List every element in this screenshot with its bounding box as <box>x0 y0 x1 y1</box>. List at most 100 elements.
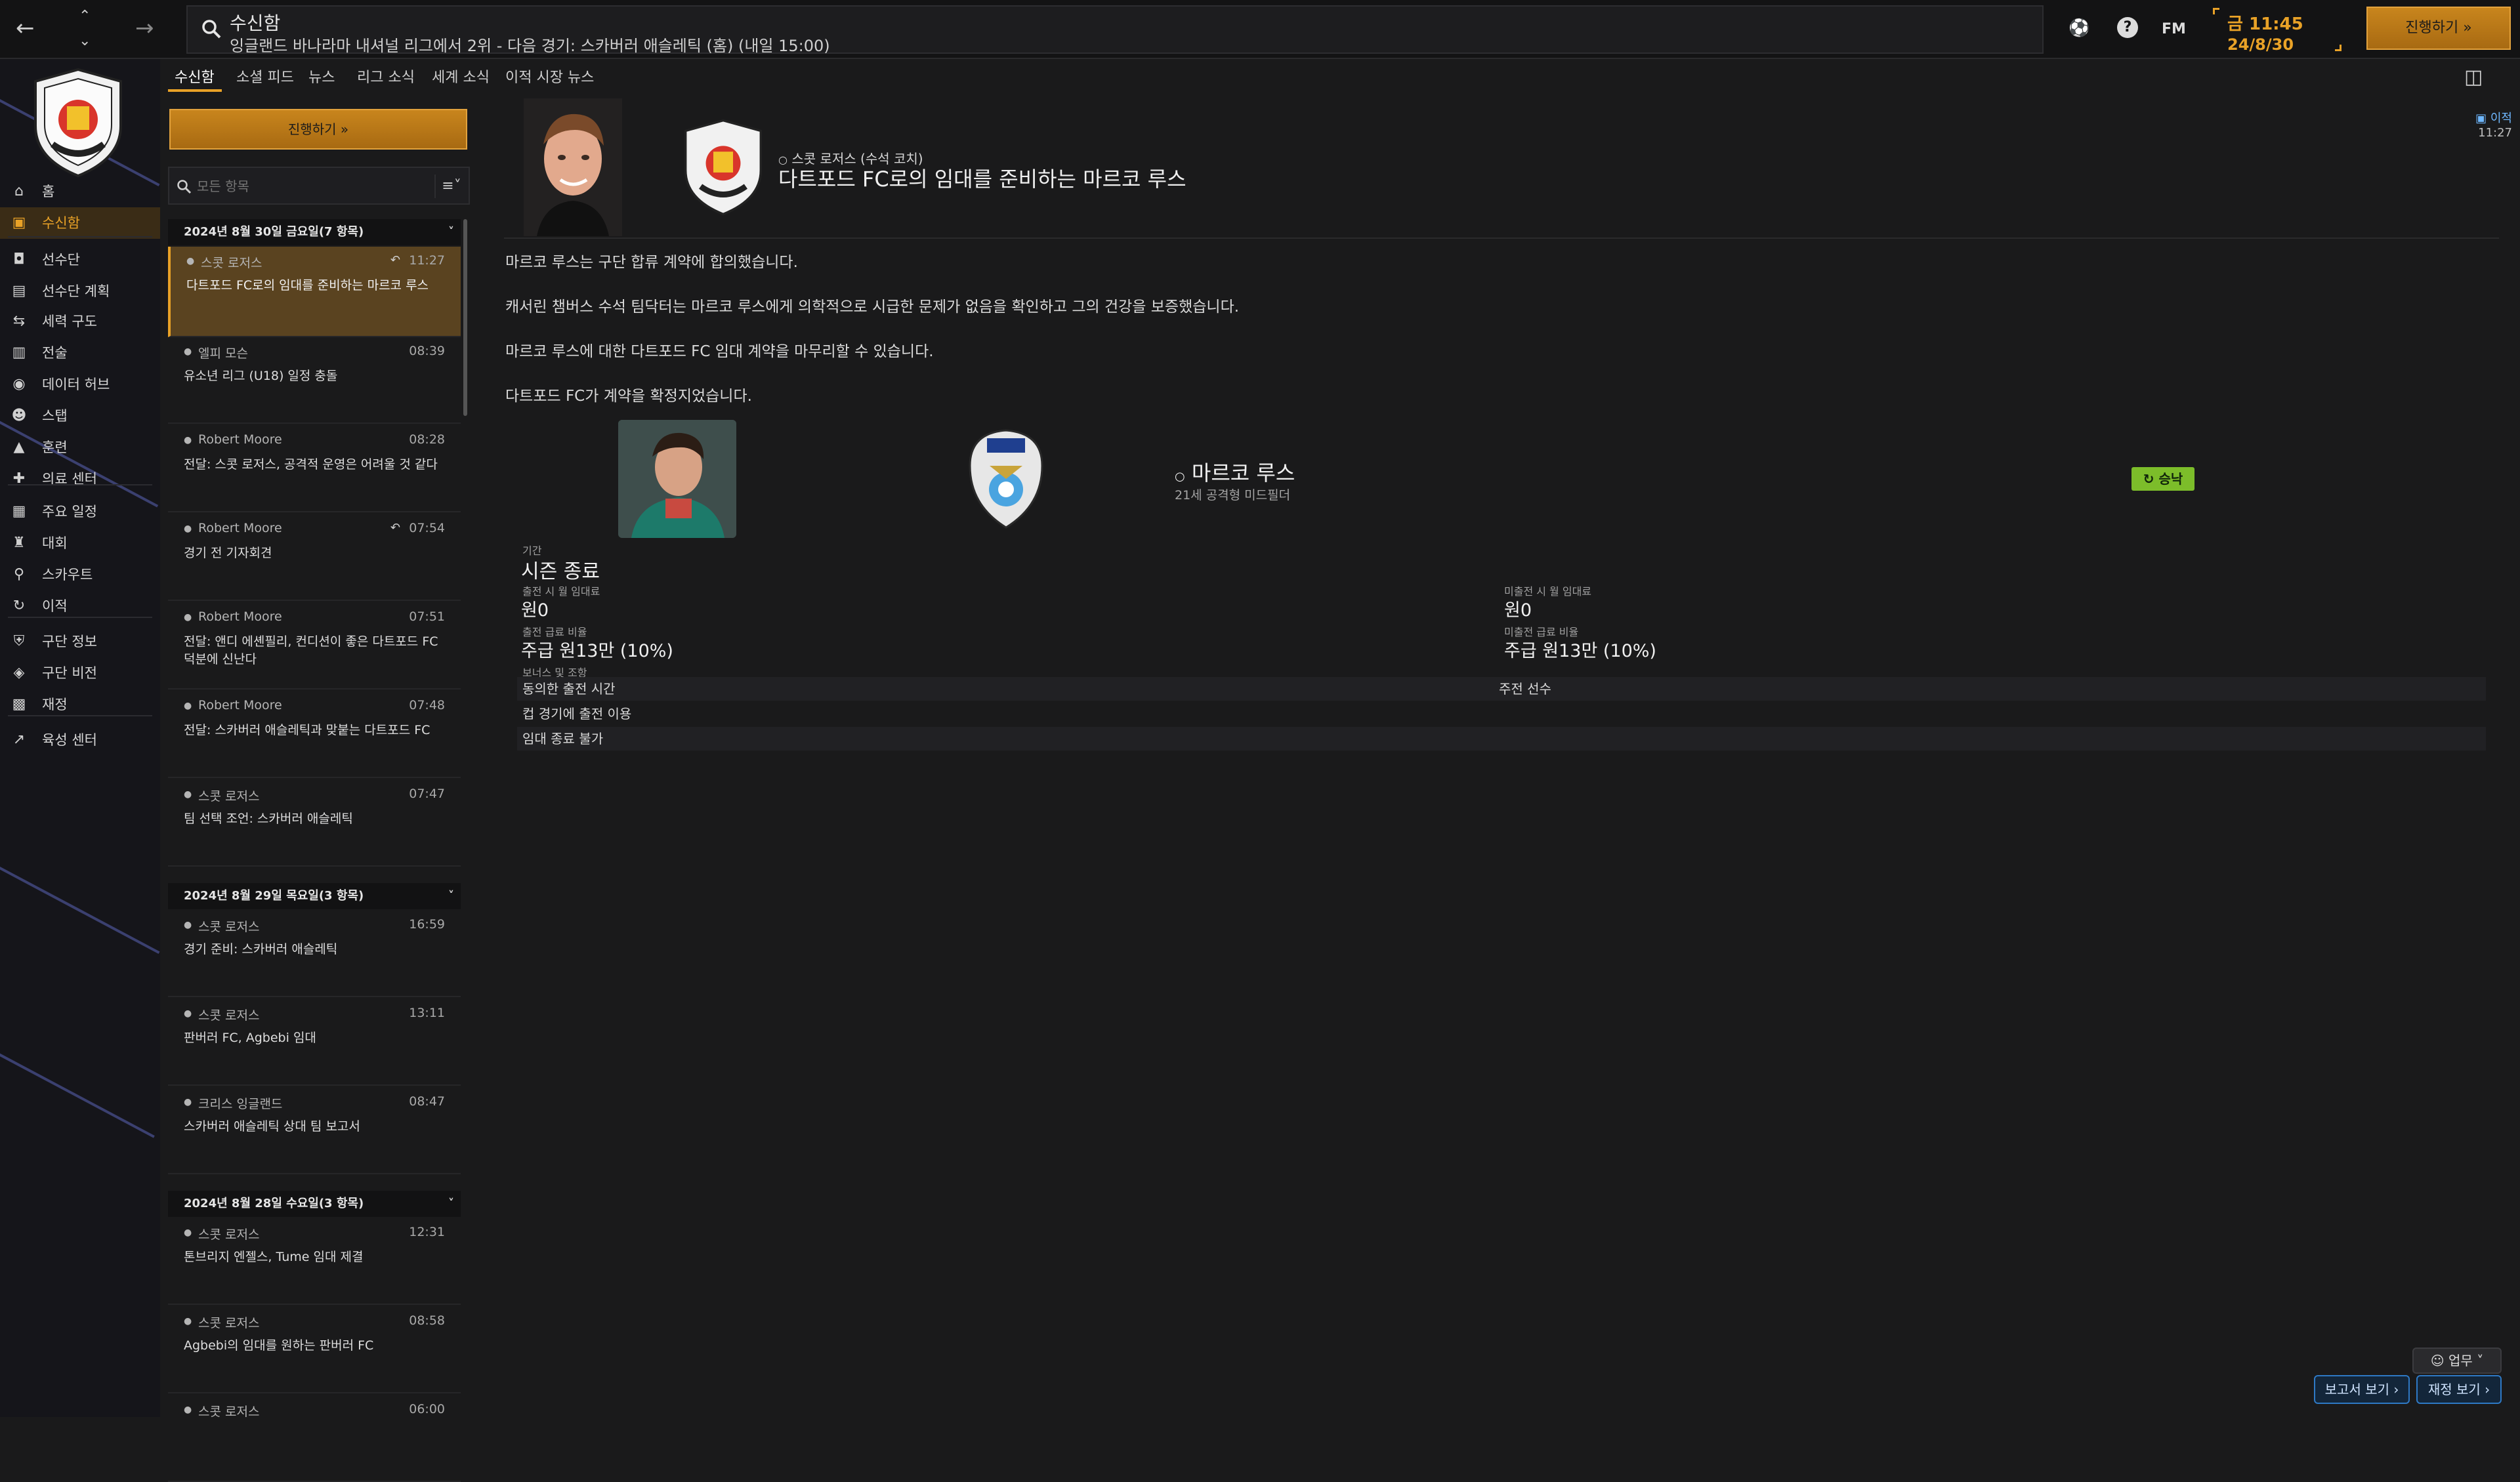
sort-menu-icon[interactable]: ≡˅ <box>434 175 467 198</box>
person-icon: ● <box>184 1316 192 1327</box>
message-list-item[interactable]: ● Robert Moore 08:28 전달: 스콧 로저스, 공격적 운영은 어려… <box>168 426 461 512</box>
sidebar-item-tactics[interactable]: ▥ 전술 <box>0 337 160 369</box>
sidebar-item-shirt[interactable]: ◘ 선수단 <box>0 244 160 276</box>
message-sender: 크리스 잉글랜드 <box>198 1097 283 1111</box>
forward-arrow-icon[interactable]: → <box>135 17 154 39</box>
day-group-header[interactable]: 2024년 8월 28일 수요일(3 항목) ˅ <box>168 1191 461 1217</box>
message-list-item[interactable]: ● 스콧 로저스 12:31 톤브리지 엔젤스, Tume 임대 제결 <box>168 1218 461 1305</box>
chevron-down-icon: ˅ <box>448 225 454 239</box>
dynamics-icon: ⇆ <box>12 313 26 329</box>
player-portrait[interactable] <box>618 420 736 538</box>
search-icon <box>177 180 192 194</box>
message-title: 다트포드 FC로의 임대를 준비하는 마르코 루스 <box>778 167 1186 192</box>
message-list-item[interactable]: ● 스콧 로저스 13:11 판버러 FC, Agbebi 임대 <box>168 999 461 1086</box>
filter-bar: ≡˅ <box>168 167 470 205</box>
reply-icon: ↶ <box>390 521 400 535</box>
day-group-label: 2024년 8월 29일 목요일(3 항목) <box>184 889 364 903</box>
view-report-button[interactable]: 보고서 보기 › <box>2314 1375 2410 1404</box>
message-paragraph: 다트포드 FC가 계약을 확정지었습니다. <box>505 388 752 405</box>
message-time: 12:31 <box>409 1225 445 1239</box>
deal-player-name-text: 마르코 루스 <box>1191 461 1295 485</box>
message-list-item[interactable]: ● 스콧 로저스 16:59 경기 준비: 스카버러 애슬레틱 <box>168 911 461 997</box>
sidebar-item-clipboard[interactable]: ▤ 선수단 계획 <box>0 276 160 307</box>
person-icon: ● <box>184 1227 192 1238</box>
sidebar-item-medical[interactable]: ✚ 의료 센터 <box>0 463 160 495</box>
ball-icon[interactable]: ⚽ <box>2068 18 2090 38</box>
status-badge: ↻ 승낙 <box>2132 467 2194 491</box>
corner-mark <box>2335 45 2342 51</box>
category-tag[interactable]: ▣ 이적 <box>2449 109 2512 126</box>
message-list-item[interactable]: ● Robert Moore 07:51 전달: 앤디 에셴필리, 컨디션이 좋은 다… <box>168 603 461 690</box>
sidebar-item-inbox[interactable]: ▣ 수신함 <box>0 207 160 239</box>
tab-league-news[interactable]: 리그 소식 <box>357 66 415 87</box>
sidebar-item-development[interactable]: ↗ 육성 센터 <box>0 724 160 756</box>
club-crest-icon[interactable] <box>29 67 127 178</box>
back-arrow-icon[interactable]: ← <box>16 17 35 39</box>
people-icon: ☺ <box>2430 1353 2445 1369</box>
sidebar-item-club-shield[interactable]: ⛨ 구단 정보 <box>0 626 160 657</box>
sidebar-item-calendar[interactable]: ▦ 주요 일정 <box>0 496 160 527</box>
tab-transfer-news[interactable]: 이적 시장 뉴스 <box>505 66 594 87</box>
staff-icon: ☻ <box>11 407 27 424</box>
corner-mark <box>2213 8 2219 14</box>
person-icon: ● <box>184 920 192 930</box>
decor-stripe <box>0 853 160 954</box>
continue-button-secondary[interactable]: 진행하기 » <box>169 109 467 150</box>
deal-player-name[interactable]: ○ 마르코 루스 <box>1175 457 1295 487</box>
message-list-item[interactable]: ● Robert Moore 07:54 경기 전 기자회견 ↶ <box>168 514 461 601</box>
status-label: 승낙 <box>2158 471 2183 487</box>
sidebar-item-dynamics[interactable]: ⇆ 세력 구도 <box>0 306 160 337</box>
search-bar[interactable]: 수신함 잉글랜드 바나라마 내셔널 리그에서 2위 - 다음 경기: 스카버러 … <box>186 5 2044 55</box>
sidebar-item-label: 구단 비전 <box>42 665 97 681</box>
sidebar-item-vision[interactable]: ◈ 구단 비전 <box>0 657 160 689</box>
tasks-label: 업무 <box>2448 1353 2473 1369</box>
message-list-item[interactable]: ● Robert Moore 07:48 전달: 스카버러 애슬레틱과 맞붙는 다트포… <box>168 691 461 778</box>
message-time: 08:28 <box>409 432 445 447</box>
fee-unplayed-value: 원0 <box>1504 600 1532 621</box>
tab-social-feed[interactable]: 소셜 피드 <box>236 66 294 87</box>
person-icon: ● <box>184 1097 192 1107</box>
sidebar-divider <box>8 617 152 618</box>
opponent-crest-icon[interactable] <box>963 426 1049 531</box>
sidebar-item-label: 훈련 <box>42 440 68 455</box>
chevron-up-icon[interactable]: ⌃ <box>79 9 91 24</box>
sidebar-item-training[interactable]: ▲ 훈련 <box>0 432 160 463</box>
person-icon: ● <box>184 701 192 711</box>
message-list-item[interactable]: ● 스콧 로저스 06:00 <box>168 1395 461 1482</box>
tab-world-news[interactable]: 세계 소식 <box>432 66 490 87</box>
message-list-item[interactable]: ● 크리스 잉글랜드 08:47 스카버러 애슬레틱 상대 팀 보고서 <box>168 1088 461 1174</box>
sidebar-item-home[interactable]: ⌂ 홈 <box>0 176 160 207</box>
sidebar-item-staff[interactable]: ☻ 스탭 <box>0 400 160 432</box>
tab-underline <box>168 89 222 92</box>
view-finance-button[interactable]: 재정 보기 › <box>2416 1375 2502 1404</box>
message-time: 06:00 <box>409 1402 445 1416</box>
filter-input[interactable] <box>196 173 432 199</box>
sidebar-item-data-hub[interactable]: ◉ 데이터 허브 <box>0 369 160 400</box>
tasks-button[interactable]: ☺ 업무 ˅ <box>2412 1348 2502 1374</box>
tab-inbox[interactable]: 수신함 <box>175 66 215 87</box>
sidebar-divider <box>8 236 152 237</box>
message-list-item[interactable]: ● 스콧 로저스 07:47 팀 선택 조언: 스카버러 애슬레틱 <box>168 780 461 867</box>
message-sender: 엘피 모슨 <box>198 346 248 361</box>
message-list-item[interactable]: ● 엘피 모슨 08:39 유소년 리그 (U18) 일정 충돌 <box>168 337 461 424</box>
clause-row: 컵 경기에 출전 이용 <box>517 702 2486 726</box>
continue-button[interactable]: 진행하기 » <box>2366 7 2511 50</box>
chevron-down-icon[interactable]: ⌄ <box>79 34 91 49</box>
message-list-item[interactable]: ● 스콧 로저스 11:27 다트포드 FC로의 임대를 준비하는 마르코 루스 ↶ <box>168 247 461 337</box>
sidebar-item-label: 육성 센터 <box>42 732 97 748</box>
wage-played-value: 주급 원13만 (10%) <box>521 641 673 661</box>
day-group-header[interactable]: 2024년 8월 29일 목요일(3 항목) ˅ <box>168 883 461 909</box>
fm-logo[interactable]: FM <box>2162 21 2186 37</box>
message-subject: 팀 선택 조언: 스카버러 애슬레틱 <box>184 812 353 826</box>
message-sender: 스콧 로저스 <box>198 1008 260 1023</box>
sidebar-item-scout[interactable]: ⚲ 스카우트 <box>0 559 160 590</box>
layout-toggle-icon[interactable]: ◫ <box>2464 66 2483 89</box>
message-time: 16:59 <box>409 917 445 932</box>
sidebar-item-trophy[interactable]: ♜ 대회 <box>0 527 160 559</box>
list-scrollbar[interactable] <box>463 219 467 416</box>
tab-news[interactable]: 뉴스 <box>308 66 335 87</box>
message-subject: 톤브리지 엔젤스, Tume 임대 제결 <box>184 1250 364 1264</box>
day-group-header[interactable]: 2024년 8월 30일 금요일(7 항목) ˅ <box>168 219 461 245</box>
help-icon[interactable]: ? <box>2117 17 2138 38</box>
message-list-item[interactable]: ● 스콧 로저스 08:58 Agbebi의 임대를 원하는 판버러 FC <box>168 1307 461 1393</box>
